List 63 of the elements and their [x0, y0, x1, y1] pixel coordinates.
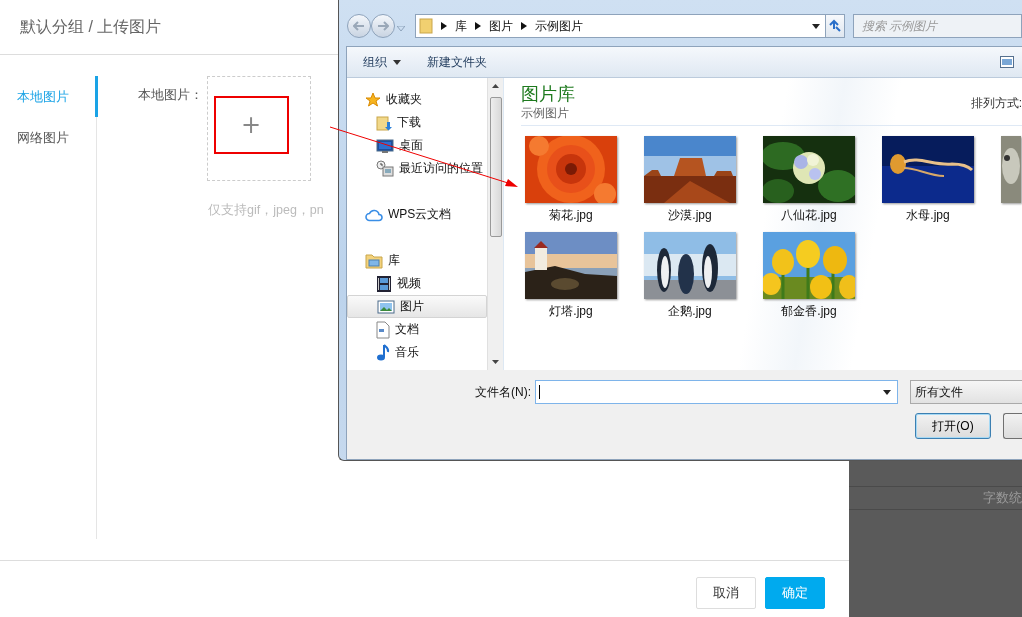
document-icon — [376, 320, 390, 339]
file-name[interactable]: 菊花.jpg — [549, 207, 593, 224]
recent-places-icon — [376, 159, 394, 178]
library-subtitle: 示例图片 — [521, 105, 570, 122]
address-bar[interactable]: 库 图片 示例图片 — [415, 14, 827, 38]
scrollbar[interactable] — [487, 78, 503, 370]
dropdown-caret-icon — [883, 389, 891, 395]
nav-item[interactable]: 下载 — [347, 111, 487, 134]
scroll-down-icon[interactable] — [492, 360, 499, 364]
music-note-icon — [376, 343, 390, 362]
film-icon — [376, 274, 392, 293]
open-button[interactable]: 打开(O) — [915, 413, 992, 439]
file-name[interactable]: 郁金香.jpg — [781, 303, 837, 320]
search-field[interactable]: 搜索 示例图片 — [853, 14, 1022, 38]
star-icon — [365, 91, 381, 108]
refresh-arrows-icon — [827, 19, 842, 33]
arrange-by-label: 排列方式: — [970, 95, 1022, 112]
file-name[interactable]: 沙漠.jpg — [668, 207, 712, 224]
scroll-up-icon[interactable] — [492, 84, 499, 88]
file-name[interactable]: 八仙花.jpg — [781, 207, 837, 224]
breadcrumb-item[interactable]: 图片 — [489, 17, 513, 35]
file-name[interactable]: 企鹅.jpg — [668, 303, 712, 320]
library-title: 图片库 — [521, 83, 575, 105]
image-icon — [377, 298, 395, 315]
download-folder-icon — [376, 114, 392, 131]
folder-icon — [419, 18, 433, 34]
nav-item[interactable]: 桌面 — [347, 134, 487, 157]
chevron-icon — [475, 22, 481, 30]
cloud-icon — [365, 207, 383, 222]
dropdown-caret-icon — [811, 23, 820, 29]
forward-arrow-icon — [377, 21, 389, 31]
caret-icon — [393, 59, 401, 65]
add-image-button[interactable]: + — [213, 95, 289, 154]
filename-field[interactable] — [535, 380, 898, 404]
organize-menu[interactable]: 组织 — [355, 50, 409, 74]
nav-item[interactable]: 视频 — [347, 272, 487, 295]
preview-pane-icon[interactable] — [1000, 56, 1014, 68]
refresh-button[interactable] — [824, 14, 845, 38]
nav-item[interactable]: 图片 — [347, 295, 487, 318]
toolbar-button[interactable]: 新建文件夹 — [419, 50, 495, 74]
file-type-dropdown[interactable]: 所有文件 — [910, 380, 1022, 404]
breadcrumb-item[interactable]: 示例图片 — [535, 17, 583, 35]
file-name[interactable]: 灯塔.jpg — [549, 303, 593, 320]
library-folder-icon — [365, 252, 383, 269]
chevron-icon — [521, 22, 527, 30]
field-label: 本地图片： — [138, 86, 203, 104]
back-arrow-icon — [353, 21, 365, 31]
tab[interactable]: 网络图片 — [0, 117, 98, 158]
chevron-icon — [441, 22, 447, 30]
format-hint: 仅支持gif，jpeg，pn — [208, 202, 324, 219]
dialog-button[interactable] — [1003, 413, 1022, 439]
nav-item[interactable]: 库 — [347, 249, 487, 272]
breadcrumb-title: 默认分组 / 上传图片 — [20, 16, 162, 37]
cancel-button[interactable]: 取消 — [696, 577, 756, 609]
breadcrumb-item[interactable]: 库 — [455, 17, 467, 35]
nav-item[interactable]: 收藏夹 — [347, 88, 487, 111]
filename-label: 文件名(N): — [475, 383, 531, 401]
nav-item[interactable]: 音乐 — [347, 341, 487, 364]
nav-item[interactable]: 文档 — [347, 318, 487, 341]
file-name[interactable]: 水母.jpg — [906, 207, 950, 224]
word-count-label: 字数统 — [983, 489, 1022, 507]
monitor-icon — [376, 137, 394, 154]
nav-item[interactable]: WPS云文档 — [347, 203, 487, 226]
